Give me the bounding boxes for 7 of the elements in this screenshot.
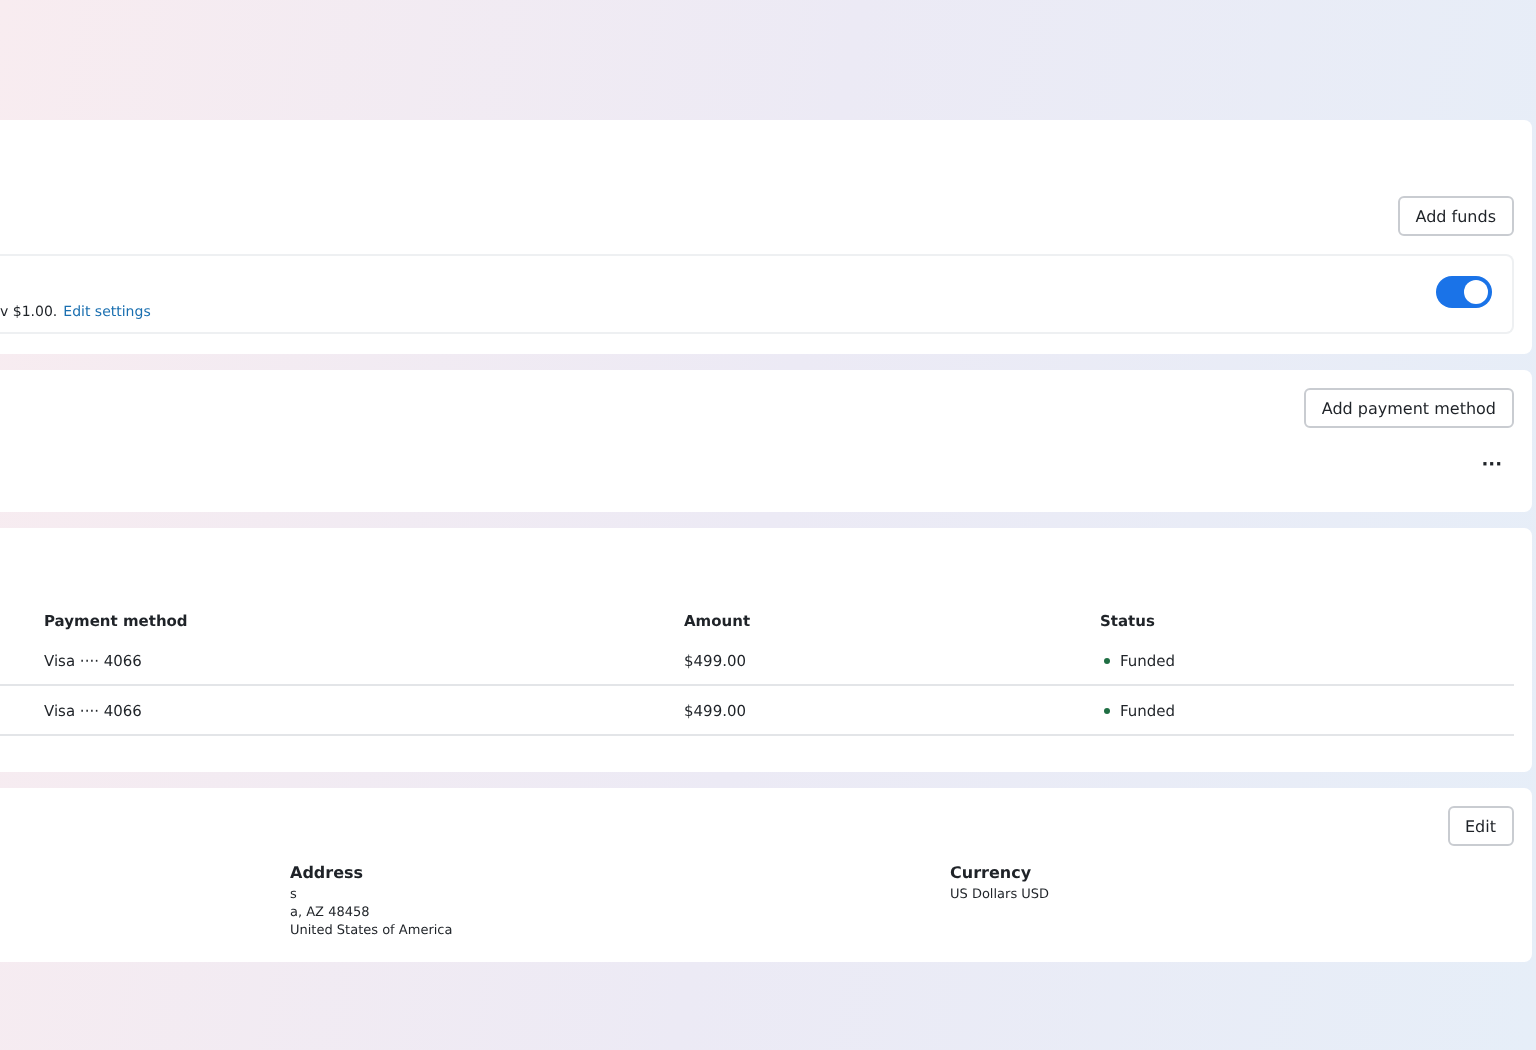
add-payment-method-button[interactable]: Add payment method [1303, 388, 1514, 428]
field-label: Currency [950, 864, 1034, 882]
add-funds-button[interactable]: Add funds [1397, 196, 1514, 236]
more-options-button[interactable]: ··· [1481, 456, 1502, 476]
field-label: Address [290, 864, 366, 882]
edit-button[interactable]: Edit [1447, 806, 1514, 846]
auto-reload-toggle[interactable] [1436, 276, 1492, 308]
